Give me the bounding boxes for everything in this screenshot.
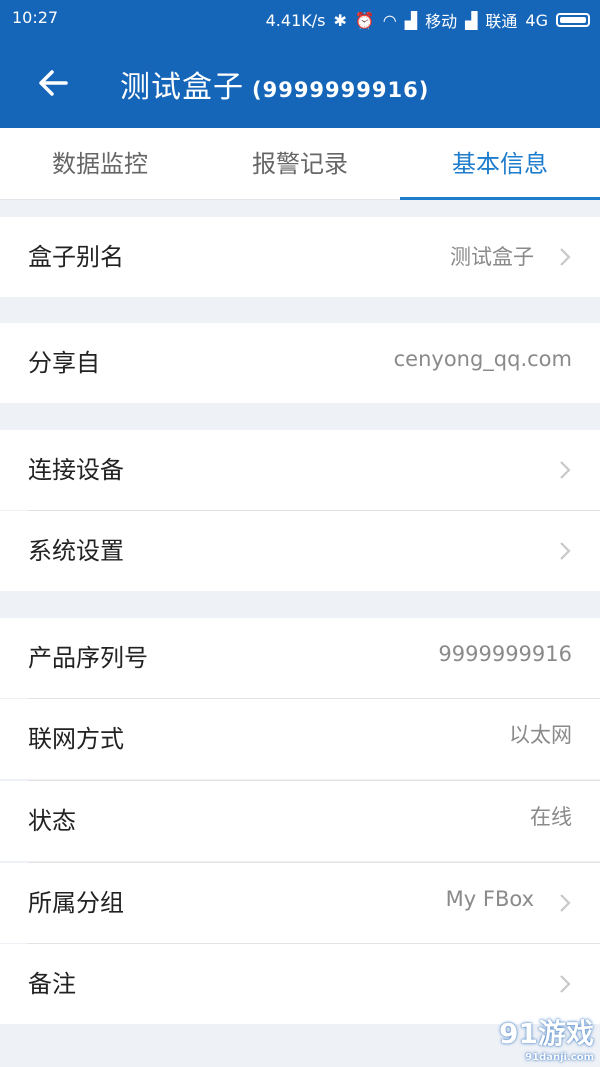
- row-label: 系统设置: [28, 537, 124, 565]
- active-tab-indicator: [400, 197, 600, 200]
- chevron-right-icon: [560, 542, 571, 560]
- tab-basic-info[interactable]: 基本信息: [400, 128, 600, 200]
- carrier-2: 联通: [485, 12, 518, 31]
- row-value: 9999999916: [438, 642, 572, 666]
- row-label: 备注: [28, 970, 76, 998]
- row-label: 产品序列号: [28, 644, 148, 672]
- page-title: 测试盒子 (9999999916): [120, 62, 429, 106]
- chevron-right-icon: [560, 975, 571, 993]
- tab-data-monitor[interactable]: 数据监控: [0, 128, 200, 200]
- watermark-main: 91游戏: [499, 1017, 594, 1050]
- row-group[interactable]: 所属分组 My FBox: [0, 863, 600, 943]
- status-bar: 10:27 4.41K/s ✱ ⏰ ◠ ▟ 移动 ▟ 联通 4G: [0, 0, 600, 36]
- carrier-1: 移动: [425, 12, 458, 31]
- status-time: 10:27: [12, 8, 59, 27]
- signal-icon: ▟: [404, 10, 418, 30]
- chevron-right-icon: [560, 248, 571, 266]
- signal-icon-2: ▟: [465, 10, 478, 30]
- watermark-site: 91danji.com: [525, 1052, 594, 1063]
- battery-icon: [556, 13, 590, 27]
- watermark-logo: 91游戏 91danji.com: [499, 1012, 594, 1063]
- row-value: 在线: [530, 805, 572, 829]
- row-connected-devices[interactable]: 连接设备: [0, 430, 600, 510]
- row-box-alias[interactable]: 盒子别名 测试盒子: [0, 217, 600, 297]
- row-value: cenyong_qq.com: [393, 347, 572, 371]
- row-label: 状态: [28, 807, 76, 835]
- alarm-icon: ⏰: [354, 10, 375, 30]
- row-label: 联网方式: [28, 725, 124, 753]
- back-arrow-icon[interactable]: [36, 66, 70, 100]
- row-network-mode: 联网方式 以太网: [0, 699, 600, 779]
- page-title-id: (9999999916): [252, 78, 430, 102]
- row-system-settings[interactable]: 系统设置: [0, 511, 600, 591]
- row-label: 盒子别名: [28, 243, 124, 271]
- chevron-right-icon: [560, 461, 571, 479]
- tab-alarm-records[interactable]: 报警记录: [200, 128, 400, 200]
- bluetooth-icon: ✱: [333, 10, 347, 30]
- row-label: 连接设备: [28, 456, 124, 484]
- network-speed: 4.41K/s: [265, 10, 326, 30]
- status-indicators: 4.41K/s ✱ ⏰ ◠ ▟ 移动 ▟ 联通 4G: [266, 8, 590, 32]
- chevron-right-icon: [560, 894, 571, 912]
- row-serial-number: 产品序列号 9999999916: [0, 618, 600, 698]
- tab-bar: 数据监控 报警记录 基本信息: [0, 128, 600, 200]
- row-shared-from: 分享自 cenyong_qq.com: [0, 323, 600, 403]
- row-value: 以太网: [509, 723, 572, 747]
- wifi-icon: ◠: [382, 10, 397, 30]
- network-type: 4G: [525, 10, 548, 30]
- row-value: 测试盒子: [450, 245, 534, 269]
- row-status: 状态 在线: [0, 781, 600, 861]
- page-title-name: 测试盒子: [120, 70, 244, 105]
- row-label: 所属分组: [28, 889, 124, 917]
- row-label: 分享自: [28, 349, 100, 377]
- app-bar: 测试盒子 (9999999916): [0, 36, 600, 128]
- row-value: My FBox: [445, 887, 534, 911]
